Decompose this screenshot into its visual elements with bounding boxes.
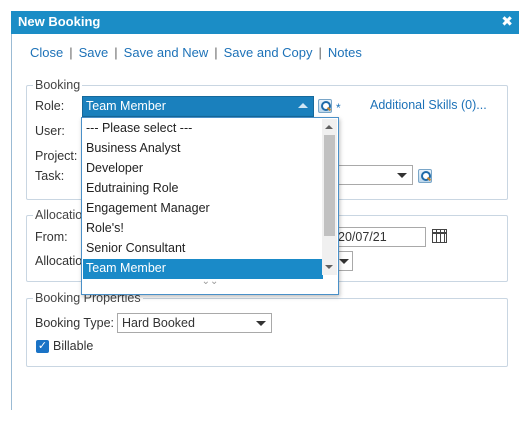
booking-type-label: Booking Type:: [35, 316, 114, 330]
task-search-icon[interactable]: [418, 169, 432, 183]
dialog-title: New Booking: [18, 14, 101, 29]
booking-type-value: Hard Booked: [122, 316, 195, 330]
save-link[interactable]: Save: [79, 45, 109, 60]
allocation-legend: Allocatio: [35, 208, 83, 222]
role-label: Role:: [35, 99, 65, 113]
from-date-input[interactable]: 20/07/21: [333, 227, 426, 247]
task-select[interactable]: [330, 165, 413, 185]
dialog-titlebar: New Booking ✖: [11, 11, 519, 34]
billable-label: Billable: [53, 339, 94, 353]
scroll-up-icon[interactable]: [325, 125, 333, 129]
booking-type-select[interactable]: Hard Booked: [117, 313, 272, 333]
user-label: User:: [35, 124, 65, 138]
toolbar: Close | Save | Save and New | Save and Copy | No…: [30, 45, 362, 60]
notes-link[interactable]: Notes: [328, 45, 362, 60]
role-dropdown-list[interactable]: --- Please select --- Business Analyst D…: [81, 117, 339, 295]
toolbar-separator: |: [214, 45, 218, 60]
role-option[interactable]: Developer: [83, 159, 323, 179]
billable-checkbox[interactable]: ✓: [36, 340, 49, 353]
calendar-icon[interactable]: [432, 229, 447, 243]
role-option[interactable]: --- Please select ---: [83, 119, 323, 139]
role-option[interactable]: Role's!: [83, 219, 323, 239]
search-icon[interactable]: [318, 99, 332, 113]
close-link[interactable]: Close: [30, 45, 63, 60]
role-select-value: Team Member: [86, 99, 166, 113]
check-icon: ✓: [37, 340, 48, 352]
required-marker: *: [336, 101, 341, 115]
scroll-thumb[interactable]: [324, 135, 335, 236]
task-label: Task:: [35, 169, 65, 183]
toolbar-separator: |: [318, 45, 322, 60]
booking-legend: Booking: [35, 78, 81, 92]
toolbar-separator: |: [114, 45, 118, 60]
project-label: Project:: [35, 149, 78, 163]
chevron-down-icon: [397, 173, 407, 178]
role-select[interactable]: Team Member: [82, 96, 314, 117]
toolbar-separator: |: [69, 45, 73, 60]
additional-skills-link[interactable]: Additional Skills (0)...: [370, 98, 487, 112]
double-chevron-down-icon[interactable]: ⌄⌄: [82, 276, 338, 294]
dropdown-scrollbar[interactable]: [322, 119, 337, 275]
chevron-down-icon: [256, 321, 266, 326]
from-label: From:: [35, 230, 68, 244]
dialog-left-border: [11, 34, 12, 410]
save-and-copy-link[interactable]: Save and Copy: [224, 45, 313, 60]
chevron-down-icon: [339, 259, 349, 264]
role-option[interactable]: Engagement Manager: [83, 199, 323, 219]
role-option[interactable]: Senior Consultant: [83, 239, 323, 259]
allocation-label: Allocatio: [35, 254, 83, 268]
role-option[interactable]: Business Analyst: [83, 139, 323, 159]
chevron-up-icon: [298, 103, 308, 108]
role-option[interactable]: Edutraining Role: [83, 179, 323, 199]
save-and-new-link[interactable]: Save and New: [124, 45, 209, 60]
scroll-down-icon[interactable]: [325, 265, 333, 269]
close-icon[interactable]: ✖: [501, 13, 513, 30]
